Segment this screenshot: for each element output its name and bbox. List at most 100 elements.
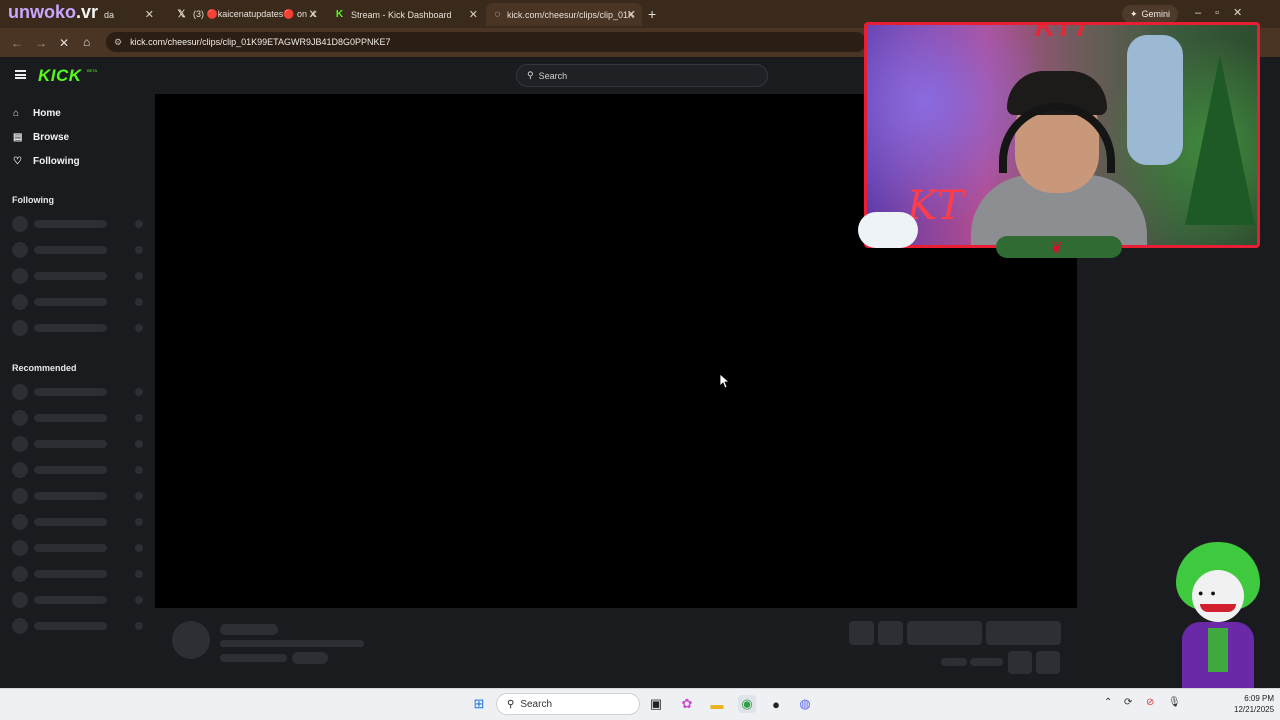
avatar-skeleton (172, 621, 210, 659)
clock-date: 12/21/2025 (1234, 705, 1275, 714)
kick-icon: K (335, 9, 344, 20)
tab-2-title: (3) 🔴kaicenatupdates🔴 on X (193, 9, 316, 19)
task-view-icon[interactable]: ▣ (647, 695, 665, 713)
mouse-cursor-icon (720, 374, 730, 389)
site-info-icon[interactable]: ⚙ (114, 37, 122, 48)
forward-icon[interactable]: → (35, 36, 47, 50)
recommended-section-title: Recommended (12, 363, 77, 373)
windows-taskbar (0, 688, 1280, 720)
icon-button-skeleton (1008, 651, 1032, 674)
sidebar-item-label: Browse (33, 131, 70, 143)
channel-skeleton (12, 242, 147, 258)
search-icon: ⚲ (507, 698, 515, 710)
app-icon[interactable]: ● (767, 695, 785, 713)
windows-start-icon[interactable]: ⊞ (470, 695, 488, 713)
url-text: kick.com/cheesur/clips/clip_01K99ETAGWR9… (130, 37, 391, 47)
file-explorer-icon[interactable]: ▬ (708, 695, 726, 713)
channel-skeleton (12, 294, 147, 310)
sidebar-item-browse[interactable]: ▤ Browse (13, 130, 69, 144)
beta-badge: BETA (87, 68, 98, 73)
tag-skeleton (292, 652, 328, 664)
channel-skeleton (12, 462, 147, 478)
stream-watermark: unwoko.vr (8, 2, 98, 23)
heart-icon: ♡ (13, 155, 22, 167)
tray-sync-icon[interactable]: ⟳ (1124, 697, 1132, 708)
icon-button-skeleton (1036, 651, 1060, 674)
tab-3[interactable]: K Stream - Kick Dashboard ✕ (326, 3, 484, 26)
watermark-part1: unwoko (8, 2, 76, 22)
frame-logo: KTT (1035, 22, 1090, 42)
channel-skeleton (12, 384, 147, 400)
sidebar-item-home[interactable]: ⌂ Home (13, 106, 61, 120)
close-icon[interactable]: ✕ (145, 8, 154, 21)
channel-skeleton (12, 514, 147, 530)
subtitle-skeleton (220, 640, 364, 647)
chrome-icon[interactable]: ◉ (738, 695, 756, 713)
tab-1-title: da (104, 9, 115, 20)
close-icon[interactable]: ✕ (627, 8, 636, 21)
window-controls[interactable]: –▫✕ (1195, 6, 1256, 19)
channel-skeleton (12, 592, 147, 608)
home-icon: ⌂ (13, 107, 20, 119)
action-button-skeleton (986, 621, 1061, 645)
tab-3-title: Stream - Kick Dashboard (351, 9, 452, 20)
sidebar-item-label: Home (33, 107, 61, 119)
sparkle-icon: ✦ (1130, 8, 1138, 19)
menu-icon[interactable] (15, 70, 26, 79)
sidebar-item-label: Following (33, 155, 80, 167)
search-input[interactable]: ⚲ Search (516, 64, 768, 87)
taskbar-search[interactable]: ⚲ Search (496, 693, 640, 715)
address-bar[interactable]: ⚙ kick.com/cheesur/clips/clip_01K99ETAGW… (106, 32, 866, 52)
search-placeholder: Search (538, 70, 568, 81)
joker-sticker: ●● (1168, 540, 1264, 712)
gemini-label: Gemini (1141, 9, 1171, 19)
home-icon[interactable]: ⌂ (83, 35, 90, 49)
tray-chevron-icon[interactable]: ⌃ (1104, 697, 1112, 708)
gemini-button[interactable]: ✦ Gemini (1122, 5, 1179, 23)
taskbar-search-label: Search (520, 698, 553, 710)
sidebar-item-following[interactable]: ♡ Following (13, 154, 80, 168)
action-button-skeleton (849, 621, 874, 645)
x-icon: 𝕏 (177, 9, 186, 20)
tray-app-icon[interactable]: ⊘ (1146, 697, 1154, 708)
webcam-overlay: KT KTT (864, 22, 1260, 248)
tab-4-active[interactable]: ◌ kick.com/cheesur/clips/clip_01K ✕ (486, 3, 642, 26)
stop-loading-icon[interactable]: ✕ (59, 36, 69, 50)
channel-skeleton (12, 540, 147, 556)
search-icon: ⚲ (527, 70, 534, 80)
snow-decoration (858, 212, 918, 248)
kick-logo[interactable]: KICK (38, 66, 82, 86)
microphone-icon[interactable]: 🎙 (1168, 697, 1181, 708)
channel-skeleton (12, 320, 147, 336)
channel-skeleton (12, 566, 147, 582)
channel-skeleton (12, 268, 147, 284)
following-section-title: Following (12, 195, 54, 205)
meta-skeleton (941, 658, 967, 666)
title-skeleton (220, 624, 278, 635)
channel-skeleton (12, 216, 147, 232)
close-icon[interactable]: ✕ (309, 8, 318, 21)
system-clock[interactable]: 6:09 PM 12/21/2025 (1234, 693, 1274, 715)
sidebar: ⌂ Home ▤ Browse ♡ Following Following Re… (0, 94, 155, 688)
tab-4-title: kick.com/cheesur/clips/clip_01K (506, 9, 634, 20)
action-button-skeleton (907, 621, 982, 645)
meta-skeleton (220, 654, 287, 662)
tab-2[interactable]: 𝕏 (3) 🔴kaicenatupdates🔴 on X ✕ (168, 3, 324, 26)
browse-icon: ▤ (13, 131, 23, 143)
channel-skeleton (12, 618, 147, 634)
back-icon[interactable]: ← (11, 36, 23, 50)
channel-skeleton (12, 436, 147, 452)
new-tab-button[interactable]: + (648, 6, 656, 22)
poster-figure (1127, 35, 1183, 165)
clock-time: 6:09 PM (1244, 694, 1275, 703)
channel-skeleton (12, 410, 147, 426)
watermark-part2: .vr (76, 2, 99, 22)
copilot-icon[interactable]: ✿ (678, 695, 696, 713)
close-icon[interactable]: ✕ (469, 8, 478, 21)
discord-icon[interactable]: ◍ (796, 695, 814, 713)
bow-icon: ❦ (1050, 240, 1064, 257)
meta-skeleton (970, 658, 1003, 666)
loading-icon: ◌ (494, 9, 501, 20)
action-button-skeleton (878, 621, 903, 645)
clip-info-skeleton (155, 608, 1280, 688)
